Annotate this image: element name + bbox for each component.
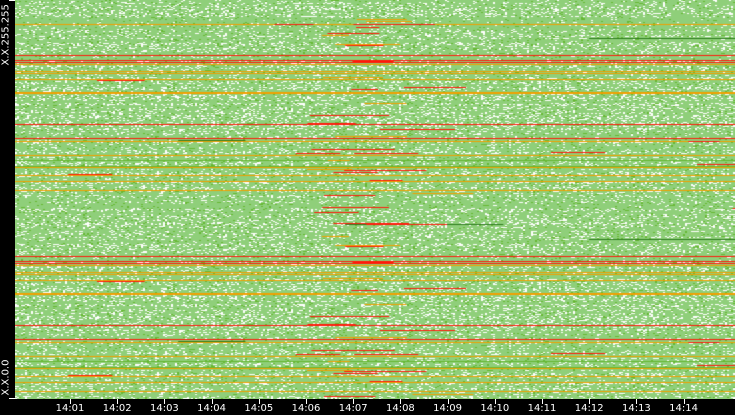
x-tick-label: 14:02 bbox=[102, 403, 132, 414]
y-tick-top bbox=[9, 0, 15, 1]
x-tick-label: 14:11 bbox=[527, 403, 557, 414]
x-tick-label: 14:03 bbox=[149, 403, 179, 414]
y-label-bottom: X.X.0.0 bbox=[0, 359, 12, 396]
y-label-top: X.X.255.255 bbox=[0, 4, 12, 66]
x-tick-label: 14:05 bbox=[244, 403, 274, 414]
heatmap-chart: X.X.255.255 X.X.0.0 14:01 14:02 14:03 14:04… bbox=[0, 0, 735, 415]
heatmap-plot-area bbox=[15, 0, 735, 399]
x-tick-label: 14:14 bbox=[669, 403, 698, 414]
x-tick-label: 14:07 bbox=[338, 403, 368, 414]
x-tick-label: 14:12 bbox=[574, 403, 604, 414]
x-tick-label: 14:10 bbox=[480, 403, 510, 414]
x-tick-label: 14:04 bbox=[197, 403, 226, 414]
x-tick-label: 14:13 bbox=[621, 403, 651, 414]
x-tick-label: 14:01 bbox=[55, 403, 85, 414]
x-tick-label: 14:09 bbox=[433, 403, 462, 414]
x-tick-label: 14:08 bbox=[385, 403, 415, 414]
x-tick-label: 14:06 bbox=[291, 403, 321, 414]
